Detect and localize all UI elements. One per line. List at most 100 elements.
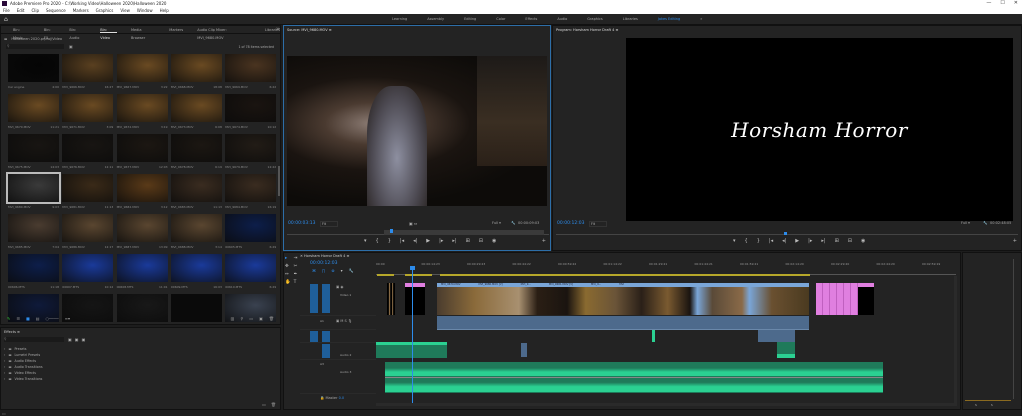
program-tab[interactable]: Program: Horsham Horror Draft 4 ≡ bbox=[556, 28, 618, 32]
timeline-horizontal-scrollbar[interactable] bbox=[376, 403, 956, 406]
project-tab[interactable]: Audio Clip Mixer: MVI_9680.MOV bbox=[197, 26, 251, 40]
scrollbar[interactable] bbox=[278, 166, 280, 196]
media-thumbnail[interactable] bbox=[170, 294, 222, 322]
transport-button[interactable]: ⊞ bbox=[835, 238, 839, 244]
program-timecode[interactable]: 00:00:12:03 bbox=[557, 221, 584, 226]
media-thumbnail[interactable] bbox=[170, 214, 222, 242]
trash-icon[interactable]: 🗑 bbox=[269, 316, 274, 321]
pen-tool-icon[interactable]: ✒ bbox=[294, 272, 298, 277]
source-playhead[interactable] bbox=[390, 229, 393, 233]
transport-button[interactable]: ⊟ bbox=[479, 238, 483, 244]
expand-arrow-icon[interactable]: › bbox=[4, 377, 5, 383]
menu-clip[interactable]: Clip bbox=[31, 7, 39, 14]
workspace-tab[interactable]: Audio bbox=[557, 14, 567, 25]
slip-tool-icon[interactable]: ↔ bbox=[285, 272, 291, 277]
menu-help[interactable]: Help bbox=[160, 7, 169, 14]
media-thumbnail[interactable] bbox=[116, 214, 168, 242]
media-thumbnail[interactable] bbox=[62, 254, 114, 282]
transport-button[interactable]: |◂ bbox=[769, 238, 773, 244]
video-clip-sequence[interactable]: MVI_9670.MOV MVI_9680.MOV [V] MVI_9... MVI_… bbox=[437, 283, 809, 315]
transport-button[interactable]: ◂| bbox=[782, 238, 786, 244]
program-time-ruler[interactable] bbox=[556, 234, 1018, 235]
button-editor-icon[interactable]: + bbox=[542, 238, 546, 244]
transport-button[interactable]: |◂ bbox=[400, 238, 404, 244]
video-clip[interactable] bbox=[387, 283, 395, 315]
mute-solo-record[interactable]: ▣ M S 🎙 bbox=[336, 319, 352, 323]
media-thumbnail[interactable] bbox=[170, 54, 222, 82]
video-clip[interactable] bbox=[858, 283, 874, 315]
media-thumbnail[interactable] bbox=[62, 174, 114, 202]
maximize-button[interactable]: ☐ bbox=[1000, 0, 1004, 7]
media-thumbnail[interactable] bbox=[116, 174, 168, 202]
media-thumbnail[interactable] bbox=[225, 214, 277, 242]
minimize-button[interactable]: — bbox=[986, 0, 991, 7]
yuv-filter-icon[interactable]: ▣ bbox=[82, 337, 86, 342]
transport-button[interactable]: ◉ bbox=[861, 238, 865, 244]
workspace-tab[interactable]: Jakes Editing bbox=[658, 14, 680, 25]
graphic-clip[interactable] bbox=[816, 283, 858, 315]
type-tool-icon[interactable]: T bbox=[294, 280, 298, 285]
media-thumbnail[interactable] bbox=[225, 254, 277, 282]
32bit-filter-icon[interactable]: ▣ bbox=[75, 337, 79, 342]
workspace-tab[interactable]: Effects bbox=[525, 14, 537, 25]
media-thumbnail[interactable] bbox=[170, 94, 222, 122]
project-tab[interactable]: Media Browser bbox=[131, 26, 155, 40]
accelerated-filter-icon[interactable]: ▣ bbox=[68, 337, 72, 342]
transport-button[interactable]: ▶ bbox=[795, 238, 799, 244]
timeline-timecode[interactable]: 00:00:12:03 bbox=[310, 261, 337, 266]
panel-menu-icon[interactable]: ≫ bbox=[276, 26, 280, 34]
transport-button[interactable]: ▸| bbox=[821, 238, 825, 244]
menu-view[interactable]: View bbox=[120, 7, 130, 14]
home-icon[interactable]: ⌂ bbox=[4, 16, 8, 23]
new-bin-icon[interactable]: ▭ bbox=[249, 316, 253, 321]
linked-audio-clip[interactable] bbox=[437, 316, 809, 330]
time-ruler[interactable]: 00:00 00:00:14:23 00:00:29:23 00:00:44:22 00… bbox=[376, 262, 956, 272]
close-button[interactable]: ✕ bbox=[1014, 0, 1018, 7]
sort-icon[interactable]: ≡▾ bbox=[65, 316, 70, 321]
media-thumbnail[interactable] bbox=[116, 54, 168, 82]
workspace-tab[interactable]: Editing bbox=[464, 14, 476, 25]
transport-button[interactable]: { bbox=[376, 238, 379, 244]
audio-clip[interactable] bbox=[652, 330, 655, 342]
sequence-tab[interactable]: ✕ Horsham Horror Draft 4 ≡ bbox=[300, 254, 349, 258]
transport-button[interactable]: |▸ bbox=[439, 238, 443, 244]
new-item-icon[interactable]: ▣ bbox=[259, 316, 263, 321]
hand-tool-icon[interactable]: ✋ bbox=[285, 280, 291, 285]
workspace-tab[interactable]: Learning bbox=[392, 14, 407, 25]
project-tab[interactable]: Bin: Audio bbox=[69, 26, 86, 40]
effects-tab[interactable]: Effects ≡ bbox=[4, 330, 20, 334]
master-volume[interactable]: 0.0 bbox=[339, 396, 345, 400]
razor-tool-icon[interactable]: ✂ bbox=[294, 264, 298, 269]
workspace-tab[interactable]: Assembly bbox=[427, 14, 444, 25]
transport-button[interactable]: ⊟ bbox=[848, 238, 852, 244]
solo-left[interactable]: S bbox=[975, 403, 977, 407]
zoom-slider[interactable]: ○──── bbox=[46, 316, 59, 321]
audio-clip[interactable] bbox=[521, 343, 527, 357]
linked-audio-clip[interactable] bbox=[758, 330, 795, 342]
program-zoom-select[interactable]: Fit bbox=[589, 221, 607, 227]
transport-button[interactable]: ▾ bbox=[364, 238, 367, 244]
search-input[interactable]: ⚲ bbox=[6, 44, 64, 49]
trash-icon[interactable]: 🗑 bbox=[271, 402, 276, 407]
marker-icon[interactable]: ▾ bbox=[341, 268, 343, 273]
playhead-handle[interactable] bbox=[410, 266, 415, 270]
source-timecode[interactable]: 00:00:03:13 bbox=[288, 221, 315, 226]
media-thumbnail[interactable] bbox=[170, 254, 222, 282]
media-thumbnail[interactable] bbox=[116, 294, 168, 322]
project-tab[interactable]: Markers bbox=[169, 26, 183, 33]
write-lock-icon[interactable]: ✎ bbox=[7, 316, 10, 321]
workspace-tab[interactable]: Graphics bbox=[587, 14, 602, 25]
workspace-tab[interactable]: Color bbox=[496, 14, 505, 25]
media-thumbnail[interactable] bbox=[170, 174, 222, 202]
audio-clip[interactable] bbox=[777, 342, 795, 358]
music-audio-clip[interactable] bbox=[385, 362, 883, 393]
track-controls[interactable]: ▣ ◉ bbox=[336, 285, 343, 289]
media-thumbnail[interactable] bbox=[8, 134, 59, 162]
new-search-bin-icon[interactable]: ▣ bbox=[69, 44, 73, 49]
transport-button[interactable]: ▾ bbox=[733, 238, 736, 244]
media-thumbnail[interactable] bbox=[116, 134, 168, 162]
media-thumbnail[interactable] bbox=[225, 54, 277, 82]
media-thumbnail[interactable] bbox=[62, 94, 114, 122]
linked-selection-icon[interactable]: ⊗ bbox=[331, 268, 334, 273]
timeline-vertical-scrollbar[interactable] bbox=[954, 276, 957, 406]
